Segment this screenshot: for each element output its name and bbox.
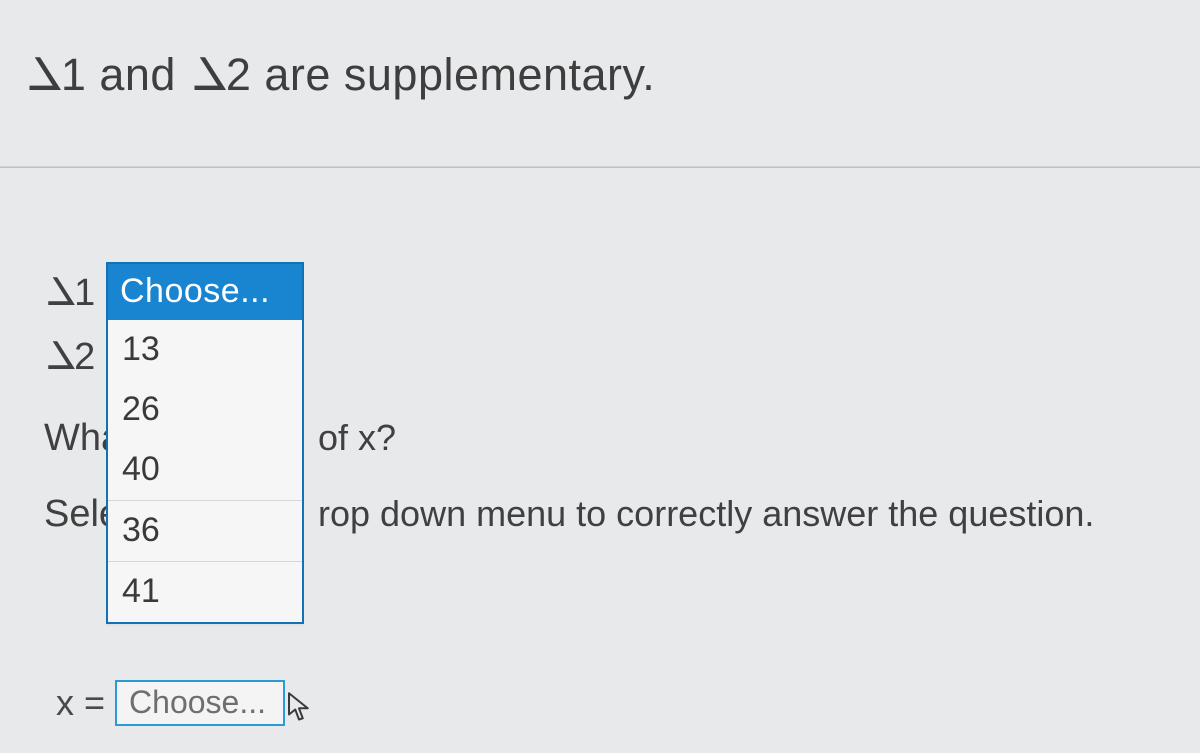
heading-tail: are supplementary. xyxy=(251,49,655,100)
row-question-lead: Wha xyxy=(44,417,108,460)
row-instruction-lead: Sele xyxy=(44,493,108,536)
dropdown-option-1[interactable]: 26 xyxy=(108,380,302,440)
cursor-icon xyxy=(286,692,312,722)
dropdown-option-4[interactable]: 41 xyxy=(108,562,302,622)
dropdown-option-0[interactable]: 13 xyxy=(108,320,302,380)
angle-icon: ∠ xyxy=(44,270,78,315)
answer-select[interactable]: Choose... xyxy=(115,680,285,726)
dropdown-option-2[interactable]: 40 xyxy=(108,440,302,500)
question-page: ∠1 and ∠2 are supplementary. ∠1 ∠2 Wha o… xyxy=(0,0,1200,753)
angle-icon: ∠ xyxy=(44,334,78,379)
answer-row: x = Choose... xyxy=(56,680,285,726)
answer-lhs: x = xyxy=(56,682,105,724)
question-heading: ∠1 and ∠2 are supplementary. xyxy=(24,48,1176,101)
angle-icon: ∠ xyxy=(189,48,230,101)
row-angle1-lead: ∠1 xyxy=(44,270,108,315)
row-angle2-lead: ∠2 xyxy=(44,334,108,379)
horizontal-rule xyxy=(0,166,1200,168)
angle-icon: ∠ xyxy=(24,48,65,101)
dropdown-option-3[interactable]: 36 xyxy=(108,501,302,561)
dropdown-selected[interactable]: Choose... xyxy=(108,264,302,320)
row-question-trail: of x? xyxy=(318,417,396,459)
dropdown-open[interactable]: Choose... 13 26 40 36 41 xyxy=(106,262,304,624)
heading-mid1: and xyxy=(86,49,189,100)
row-instruction-trail: rop down menu to correctly answer the qu… xyxy=(318,493,1094,535)
